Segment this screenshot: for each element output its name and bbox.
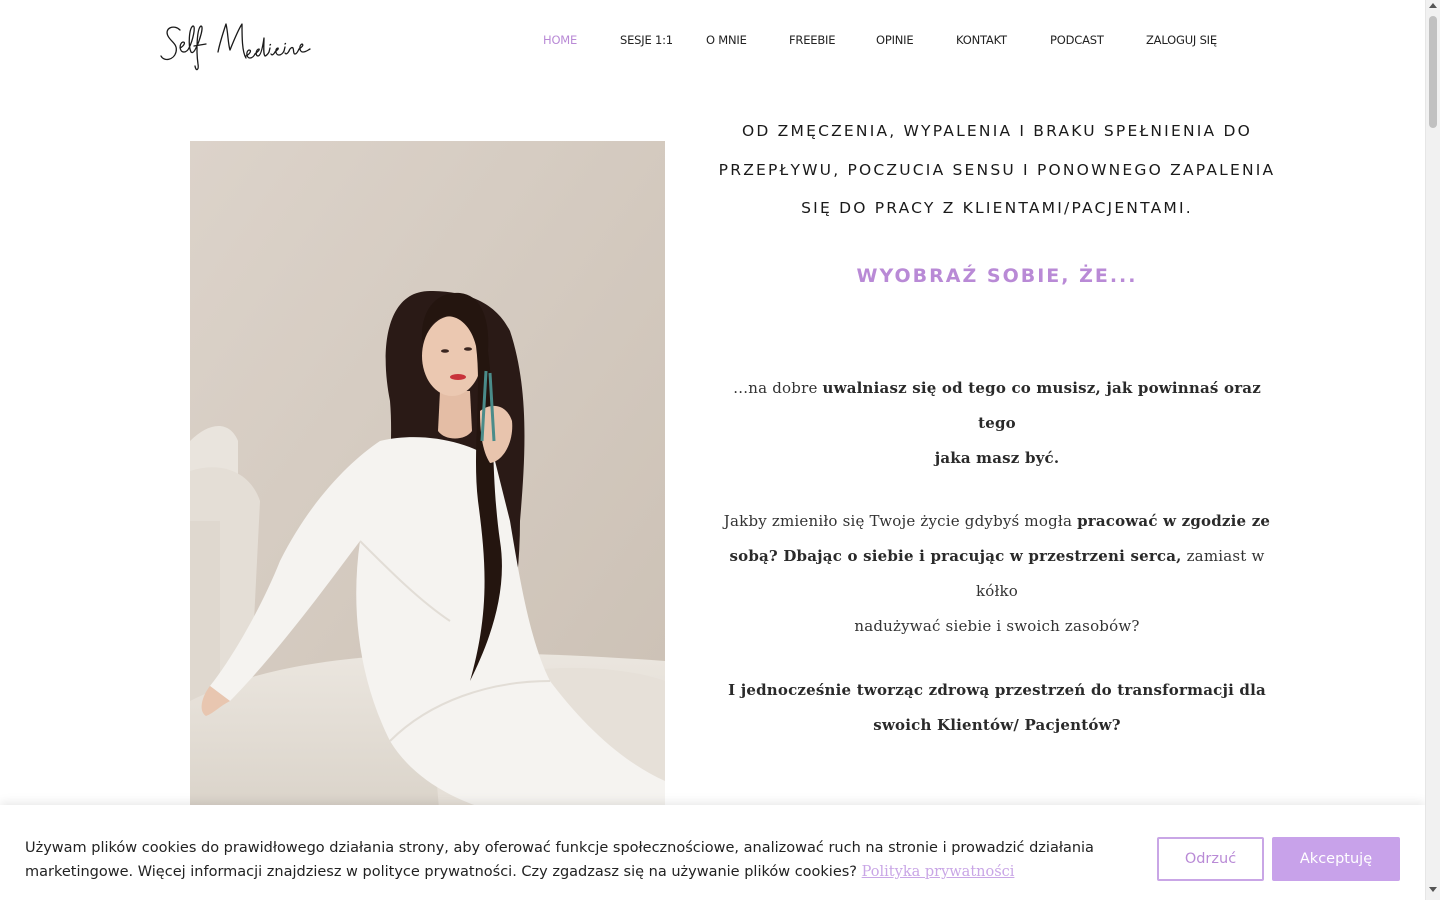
cookie-text-line: marketingowe. Więcej informacji znajdzie…	[25, 864, 1015, 880]
nav-item-zaloguj[interactable]: ZALOGUJ SIĘ	[1146, 33, 1217, 47]
nav-item-podcast[interactable]: PODCAST	[1050, 33, 1104, 47]
paragraph-transformation: I jednocześnie tworząc zdrową przestrzeń…	[717, 673, 1277, 743]
cookie-text-line: Używam plików cookies do prawidłowego dz…	[25, 840, 1094, 856]
cookie-text: Używam plików cookies do prawidłowego dz…	[25, 836, 1125, 884]
headline-line: OD ZMĘCZENIA, WYPALENIA I BRAKU SPEŁNIEN…	[742, 122, 1252, 140]
scrollbar-thumb[interactable]	[1429, 16, 1437, 128]
headline-line: PRZEPŁYWU, POCZUCIA SENSU I PONOWNEGO ZA…	[718, 160, 1276, 179]
reject-cookies-button[interactable]: Odrzuć	[1157, 837, 1264, 881]
scroll-down-arrow-icon[interactable]	[1429, 887, 1437, 892]
page-scrollbar[interactable]	[1425, 0, 1440, 900]
paragraph-line: nadużywać siebie i swoich zasobów?	[854, 617, 1140, 635]
nav-item-opinie[interactable]: OPINIE	[876, 33, 914, 47]
logo-script-icon	[160, 23, 311, 71]
accept-cookies-button[interactable]: Akceptuję	[1272, 837, 1400, 881]
hero-subheading: WYOBRAŹ SOBIE, ŻE...	[856, 265, 1138, 287]
paragraph-line: …na dobre uwalniasz się od tego co musis…	[733, 379, 1261, 432]
paragraph-line: swoich Klientów/ Pacjentów?	[873, 716, 1121, 734]
site-logo[interactable]	[158, 16, 330, 74]
scroll-up-arrow-icon[interactable]	[1429, 3, 1437, 8]
nav-item-freebie[interactable]: FREEBIE	[789, 33, 835, 47]
nav-item-sesje[interactable]: SESJE 1:1	[620, 33, 673, 47]
nav-item-kontakt[interactable]: KONTAKT	[956, 33, 1007, 47]
hero-headline: OD ZMĘCZENIA, WYPALENIA I BRAKU SPEŁNIEN…	[717, 112, 1277, 228]
cookie-banner: Używam plików cookies do prawidłowego dz…	[0, 805, 1425, 900]
paragraph-work: Jakby zmieniło się Twoje życie gdybyś mo…	[717, 504, 1277, 644]
paragraph-line: jaka masz być.	[934, 449, 1060, 467]
privacy-policy-link[interactable]: Polityka prywatności	[862, 864, 1015, 880]
paragraph-release: …na dobre uwalniasz się od tego co musis…	[717, 371, 1277, 476]
site-header: HOME SESJE 1:1 O MNIE FREEBIE OPINIE KON…	[0, 0, 1425, 82]
paragraph-line: sobą? Dbając o siebie i pracując w przes…	[729, 547, 1265, 600]
headline-line: SIĘ DO PRACY Z KLIENTAMI/PACJENTAMI.	[801, 199, 1193, 217]
paragraph-line: Jakby zmieniło się Twoje życie gdybyś mo…	[723, 512, 1271, 530]
hero-photo	[190, 141, 665, 821]
portrait-illustration	[190, 141, 665, 821]
nav-item-o-mnie[interactable]: O MNIE	[706, 33, 747, 47]
paragraph-line: I jednocześnie tworząc zdrową przestrzeń…	[728, 681, 1266, 699]
nav-item-home[interactable]: HOME	[543, 33, 577, 47]
